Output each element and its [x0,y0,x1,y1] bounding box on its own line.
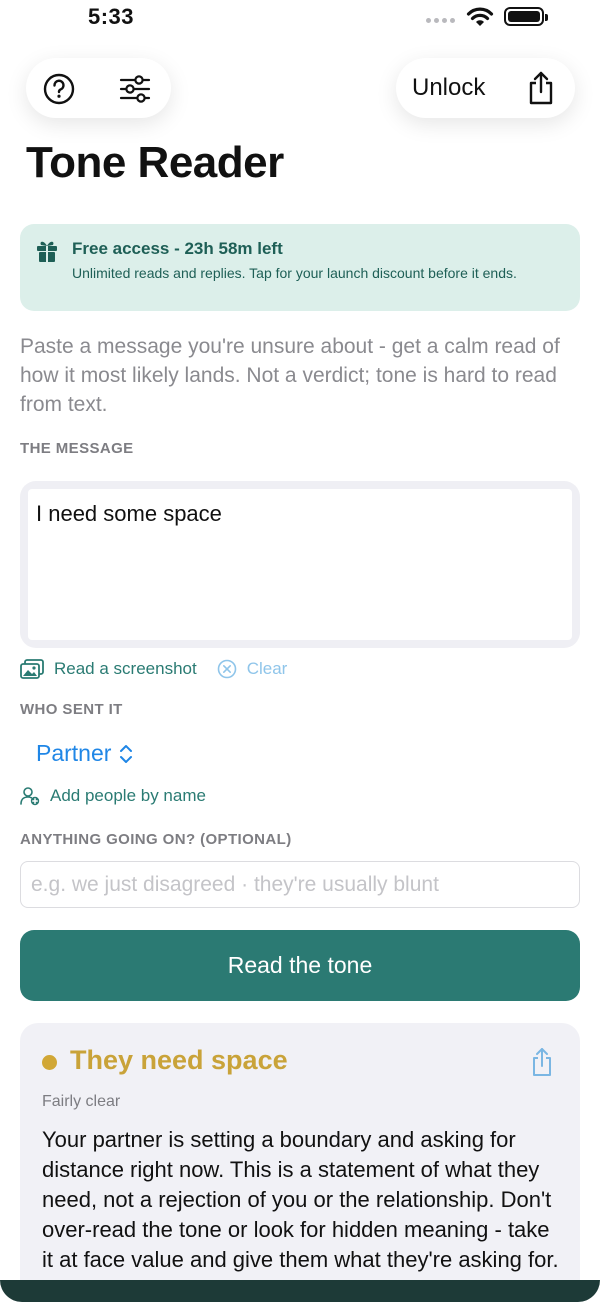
add-people-button[interactable]: Add people by name [20,786,206,806]
battery-icon [504,7,548,26]
toolbar-right: Unlock [396,58,575,118]
status-bar: 5:33 [0,0,600,40]
sender-label: WHO SENT IT [20,701,123,718]
page-title: Tone Reader [26,138,284,187]
message-label: THE MESSAGE [20,440,134,457]
clear-label: Clear [246,659,288,678]
result-confidence: Fairly clear [42,1093,121,1110]
add-people-label: Add people by name [50,786,206,805]
settings-button[interactable] [118,72,152,106]
share-icon [533,1048,551,1076]
toolbar-left [26,58,171,118]
photo-icon [20,659,44,679]
chevron-updown-icon [120,744,133,763]
banner-body: Unlimited reads and replies. Tap for you… [72,265,517,281]
free-access-banner[interactable]: Free access - 23h 58m left Unlimited rea… [20,224,580,311]
person-add-icon [20,787,40,806]
intro-text: Paste a message you're unsure about - ge… [20,335,560,416]
result-indicator-dot [42,1055,57,1070]
share-button[interactable] [524,70,558,106]
read-screenshot-button[interactable]: Read a screenshot [20,659,197,679]
message-text[interactable]: I need some space [28,489,572,640]
help-icon [43,73,75,105]
clear-button[interactable]: Clear [217,659,288,679]
read-tone-button[interactable]: Read the tone [20,930,580,1001]
message-actions: Read a screenshot Clear [20,656,287,682]
signal-icon [426,18,455,23]
result-title: They need space [70,1045,288,1075]
sender-picker[interactable]: Partner [36,740,133,767]
message-field[interactable]: I need some space [20,481,580,648]
context-input[interactable] [20,861,580,908]
help-button[interactable] [42,72,76,106]
gift-icon [36,239,58,268]
read-screenshot-label: Read a screenshot [54,659,197,678]
share-icon [529,71,553,105]
unlock-button[interactable]: Unlock [412,74,485,102]
sliders-icon [119,75,151,103]
context-label: ANYTHING GOING ON? (OPTIONAL) [20,831,292,848]
result-card: They need space Fairly clear Your partne… [20,1023,580,1302]
sender-selected: Partner [36,740,112,766]
banner-title: Free access - 23h 58m left [72,239,283,258]
clear-circle-icon [217,659,237,679]
status-time: 5:33 [88,4,135,29]
bottom-edge [0,1280,600,1302]
result-share-button[interactable] [530,1047,554,1082]
result-body: Your partner is setting a boundary and a… [42,1127,559,1272]
wifi-icon [466,6,494,33]
